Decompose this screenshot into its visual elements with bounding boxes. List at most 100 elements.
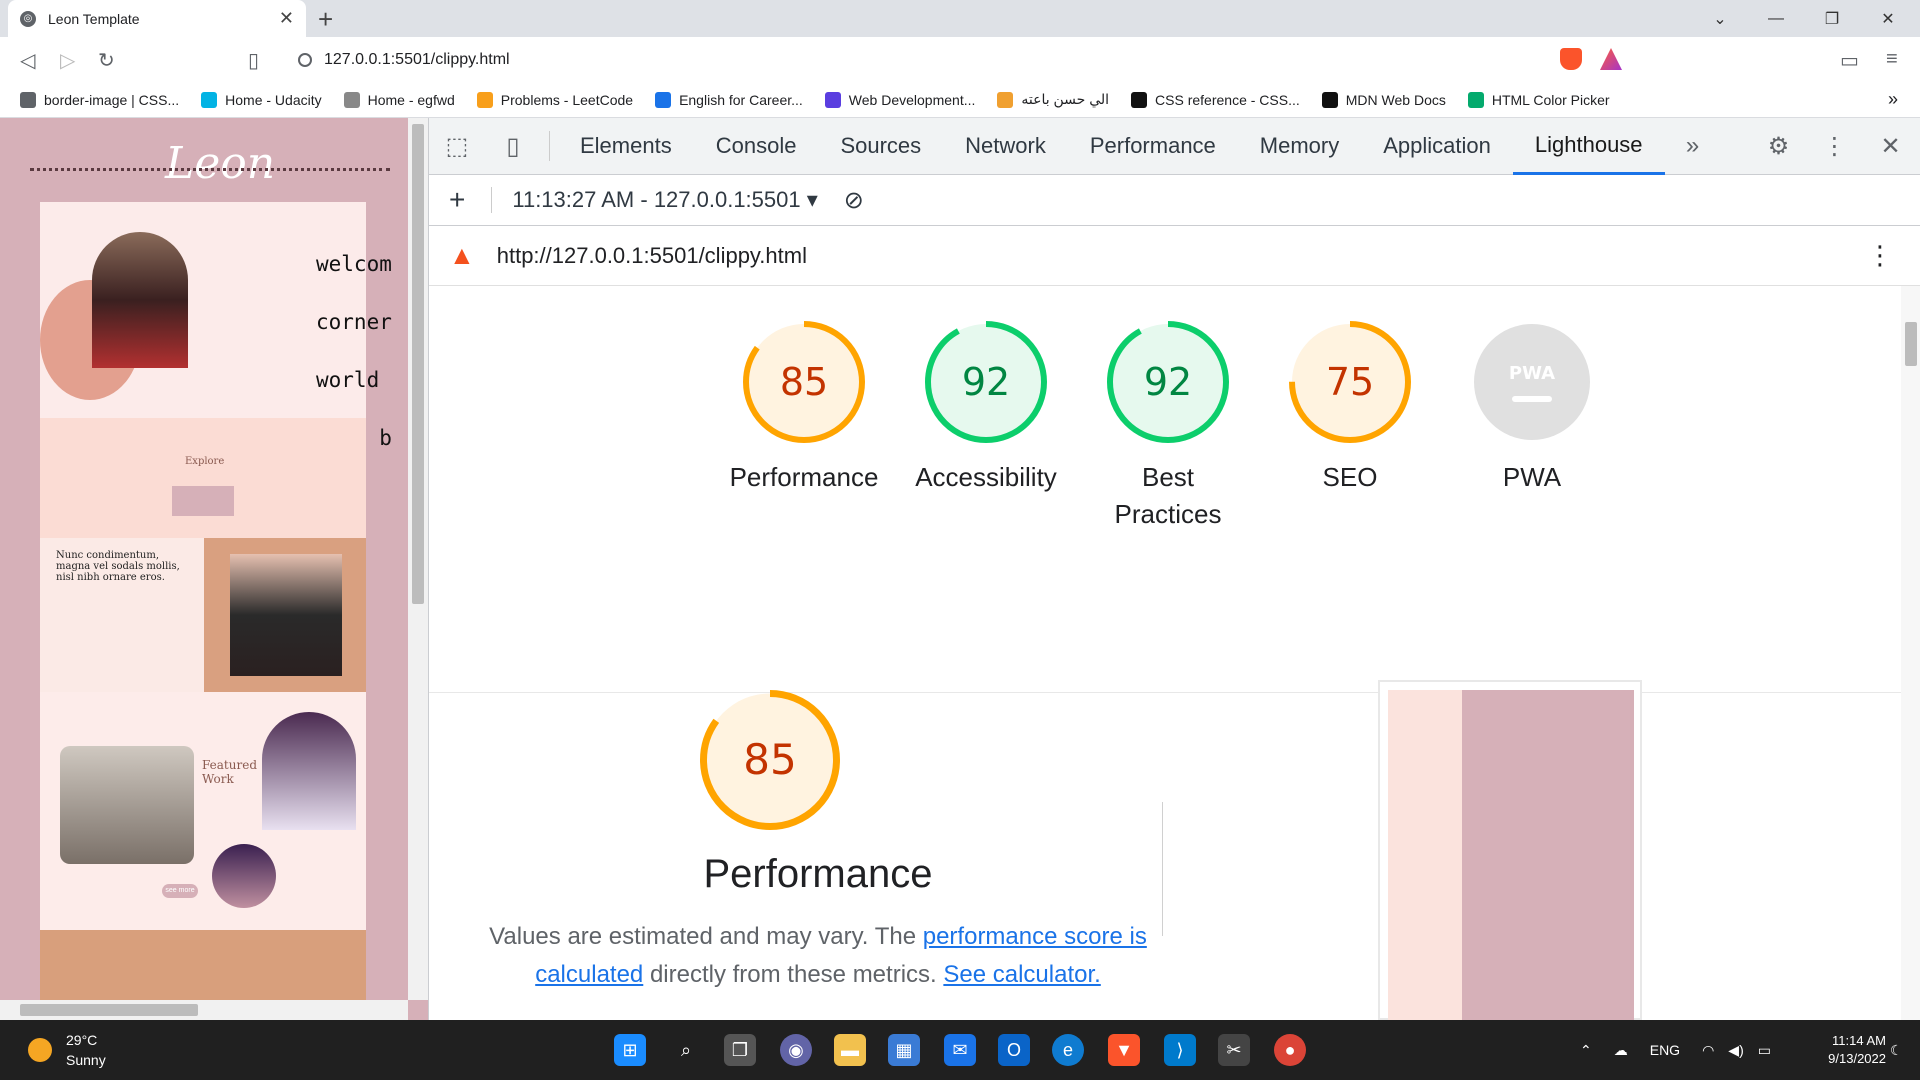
scroll-thumb[interactable] <box>412 124 424 604</box>
bookmark-item[interactable]: Problems - LeetCode <box>476 91 633 108</box>
file-explorer-icon[interactable]: ▬ <box>834 1034 866 1066</box>
bookmark-favicon-icon <box>1131 91 1148 108</box>
report-url[interactable]: http://127.0.0.1:5501/clippy.html <box>497 243 807 269</box>
tab-lighthouse[interactable]: Lighthouse <box>1512 118 1665 175</box>
tab-memory[interactable]: Memory <box>1238 118 1361 175</box>
browser-tab[interactable]: ◎ Leon Template ✕ <box>8 0 306 37</box>
tab-performance[interactable]: Performance <box>1068 118 1238 175</box>
tab-console[interactable]: Console <box>694 118 819 175</box>
forward-icon[interactable]: ▷ <box>60 48 75 73</box>
inspect-icon[interactable]: ⬚ <box>429 118 485 175</box>
performance-detail-score: 85 <box>743 735 796 784</box>
task-view-icon[interactable]: ❐ <box>724 1034 756 1066</box>
more-bookmarks-icon[interactable]: » <box>1888 89 1898 110</box>
wifi-icon[interactable]: ◠ <box>1702 1042 1714 1059</box>
vscode-icon[interactable]: ⟩ <box>1164 1034 1196 1066</box>
clock[interactable]: 11:14 AM 9/13/2022 <box>1796 1032 1886 1068</box>
section-divider <box>429 692 1901 693</box>
horizontal-scrollbar[interactable] <box>0 1000 408 1020</box>
back-icon[interactable]: ◁ <box>20 48 35 73</box>
tab-sources[interactable]: Sources <box>818 118 943 175</box>
address-bar[interactable]: 127.0.0.1:5501/clippy.html <box>282 42 1582 77</box>
url-text: 127.0.0.1:5501/clippy.html <box>324 50 510 68</box>
score-gauge-best-practices[interactable]: 92 Best Practices <box>1093 321 1243 533</box>
work-photo <box>262 712 356 830</box>
bookmark-item[interactable]: Home - egfwd <box>343 91 455 108</box>
battery-icon[interactable]: ▭ <box>1758 1042 1771 1059</box>
chevron-up-icon[interactable]: ⌃ <box>1580 1042 1592 1059</box>
see-more-button[interactable]: see more <box>162 884 198 898</box>
bookmark-label: Home - Udacity <box>225 91 322 108</box>
globe-icon: ◎ <box>20 10 36 27</box>
clear-icon[interactable]: ⊘ <box>844 186 864 215</box>
menu-icon[interactable]: ≡ <box>1886 48 1898 71</box>
explore-section: Explore <box>40 418 366 538</box>
mail-icon[interactable]: ✉ <box>944 1034 976 1066</box>
search-icon[interactable]: ⌕ <box>670 1034 702 1066</box>
work-label-line: Work <box>202 772 234 786</box>
chrome-icon[interactable]: ● <box>1274 1034 1306 1066</box>
bookmark-item[interactable]: border-image | CSS... <box>20 91 179 108</box>
bookmark-item[interactable]: HTML Color Picker <box>1467 91 1610 108</box>
score-gauge-accessibility[interactable]: 92 Accessibility <box>911 321 1061 496</box>
reload-icon[interactable]: ↻ <box>98 48 115 73</box>
device-toggle-icon[interactable]: ▯ <box>485 118 541 175</box>
bookmark-item[interactable]: MDN Web Docs <box>1321 91 1446 108</box>
chat-icon[interactable]: ◉ <box>780 1034 812 1066</box>
brave-icon[interactable]: ▼ <box>1108 1034 1140 1066</box>
notifications-icon[interactable]: ☾ <box>1890 1020 1903 1080</box>
start-icon[interactable]: ⊞ <box>614 1034 646 1066</box>
new-report-icon[interactable]: + <box>449 184 465 216</box>
work-photo <box>212 844 276 908</box>
settings-icon[interactable]: ⚙ <box>1751 118 1807 175</box>
close-window-button[interactable]: ✕ <box>1860 0 1916 37</box>
page-viewport: Leon welcom corner world more b Explore … <box>0 118 428 1020</box>
volume-icon[interactable]: ◀) <box>1728 1042 1743 1059</box>
bookmark-item[interactable]: CSS reference - CSS... <box>1131 91 1300 108</box>
tab-elements[interactable]: Elements <box>558 118 694 175</box>
more-tabs-icon[interactable]: » <box>1665 118 1721 175</box>
system-tray: ⌃ ☁ ENG ◠ ◀) ▭ <box>1580 1020 1771 1080</box>
customize-icon[interactable]: ⋮ <box>1807 118 1863 175</box>
minimize-button[interactable]: — <box>1748 0 1804 37</box>
tab-application[interactable]: Application <box>1361 118 1513 175</box>
edge-icon[interactable]: e <box>1052 1034 1084 1066</box>
scroll-thumb[interactable] <box>1905 322 1917 366</box>
site-info-icon[interactable] <box>298 52 312 67</box>
gauge-ring: 92 <box>1107 321 1229 443</box>
snipping-icon[interactable]: ✂ <box>1218 1034 1250 1066</box>
wallet-icon[interactable]: ▭ <box>1840 48 1859 73</box>
report-scrollbar[interactable] <box>1901 286 1920 1020</box>
vertical-scrollbar[interactable] <box>408 118 428 1000</box>
bookmark-icon[interactable]: ▯ <box>248 48 259 73</box>
bookmark-item[interactable]: Web Development... <box>824 91 975 108</box>
scroll-thumb[interactable] <box>20 1004 198 1016</box>
score-gauge-pwa[interactable]: PWA PWA <box>1457 321 1607 496</box>
explore-button[interactable] <box>172 486 234 516</box>
see-calculator-link[interactable]: See calculator. <box>943 961 1100 988</box>
bookmark-item[interactable]: الي حسن باعته <box>997 91 1109 108</box>
tab-network[interactable]: Network <box>943 118 1068 175</box>
bookmark-item[interactable]: Home - Udacity <box>201 91 322 108</box>
restore-button[interactable]: ❐ <box>1804 0 1860 37</box>
bookmark-favicon-icon <box>655 91 672 108</box>
bookmark-label: Home - egfwd <box>367 91 455 108</box>
onedrive-icon[interactable]: ☁ <box>1614 1042 1628 1059</box>
brave-shields-icon[interactable] <box>1560 48 1582 70</box>
tab-search-icon[interactable]: ⌄ <box>1692 0 1748 37</box>
report-selector[interactable]: 11:13:27 AM - 127.0.0.1:5501 ▾ <box>491 187 818 213</box>
close-devtools-icon[interactable]: ✕ <box>1863 118 1919 175</box>
store-icon[interactable]: ▦ <box>888 1034 920 1066</box>
outlook-icon[interactable]: O <box>998 1034 1030 1066</box>
bookmark-favicon-icon <box>476 91 493 108</box>
weather-widget[interactable]: 29°C Sunny <box>28 1030 106 1070</box>
language-indicator[interactable]: ENG <box>1650 1042 1680 1058</box>
bookmark-item[interactable]: English for Career... <box>655 91 803 108</box>
close-tab-icon[interactable]: ✕ <box>279 8 294 29</box>
new-tab-button[interactable]: + <box>318 4 333 35</box>
score-gauge-performance[interactable]: 85 Performance <box>729 321 879 496</box>
more-options-icon[interactable]: ⋮ <box>1867 240 1893 271</box>
brave-rewards-icon[interactable] <box>1600 48 1622 70</box>
score-gauge-seo[interactable]: 75 SEO <box>1275 321 1425 496</box>
hero-section: welcom corner world more b <box>40 202 392 450</box>
